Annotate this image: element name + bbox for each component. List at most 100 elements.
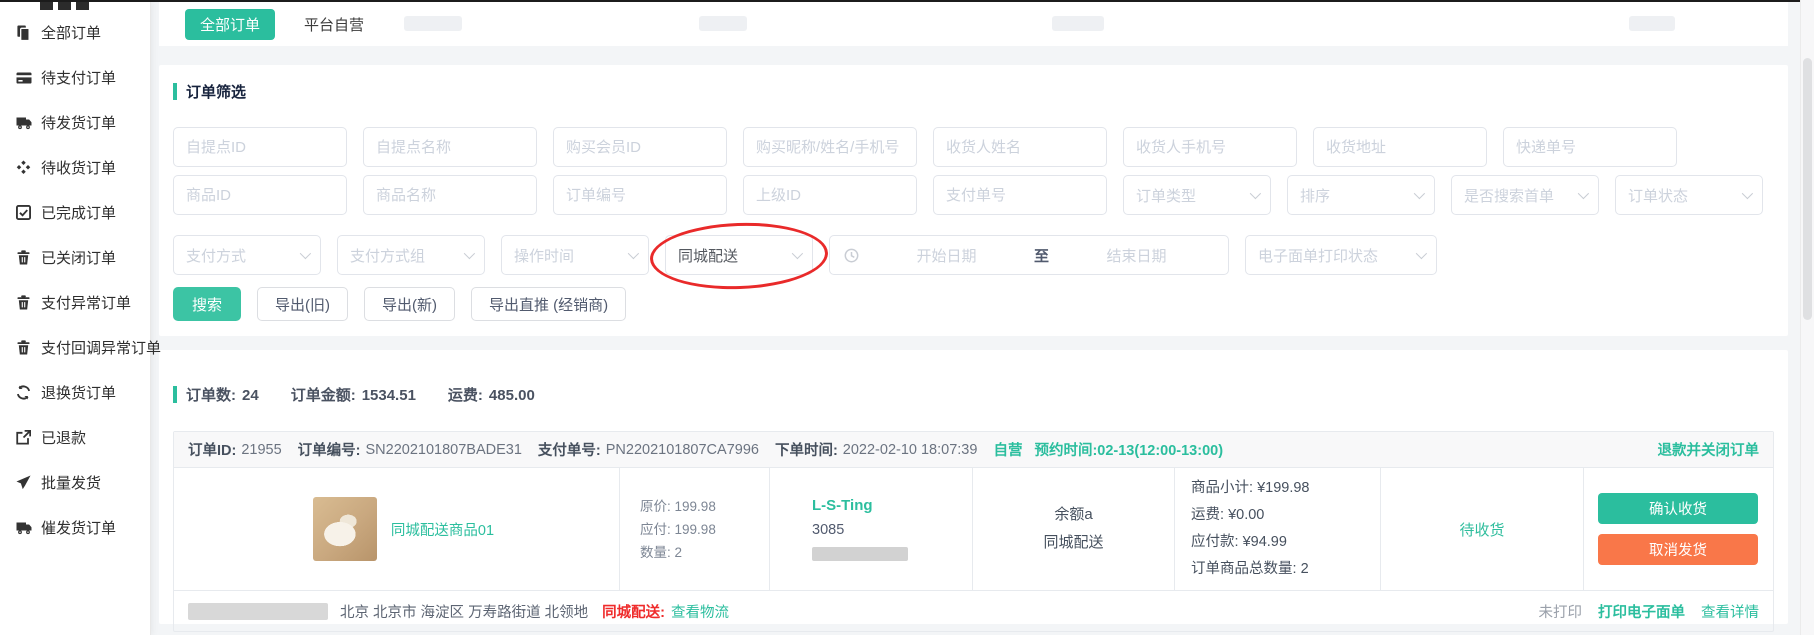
sidebar-item-refunded[interactable]: 已退款 [16,415,150,460]
filter-input-buyer-member-id[interactable] [553,127,727,167]
filter-select-city-delivery[interactable]: 同城配送 [665,235,813,275]
send-icon [16,475,32,491]
select-value: 排序 [1300,185,1330,206]
order-time-value: 2022-02-10 18:07:39 [843,442,978,458]
order-card-footer: 北京 北京市 海淀区 万寿路街道 北领地 同城配送: 查看物流 未打印 打印电子… [174,590,1773,631]
sidebar-item-urge-shipment[interactable]: 催发货订单 [16,505,150,550]
filter-input-receiver-address[interactable] [1313,127,1487,167]
filter-input-product-name[interactable] [363,175,537,215]
order-card: 订单ID: 21955 订单编号: SN2202101807BADE31 支付单… [173,431,1774,632]
sidebar-item-batch-shipment[interactable]: 批量发货 [16,460,150,505]
filter-select-order-status[interactable]: 订单状态 [1615,175,1763,215]
order-card-header: 订单ID: 21955 订单编号: SN2202101807BADE31 支付单… [174,432,1773,468]
view-detail-link[interactable]: 查看详情 [1701,601,1759,622]
redacted-buyer-info [812,547,908,561]
filter-select-pay-method[interactable]: 支付方式 [173,235,321,275]
export-new-button[interactable]: 导出(新) [364,287,455,321]
select-value: 订单类型 [1136,185,1196,206]
sidebar-item-label: 批量发货 [41,472,101,493]
filter-input-order-sn[interactable] [553,175,727,215]
buyer-column: L-S-Ting 3085 [770,468,973,590]
filter-input-tracking-no[interactable] [1503,127,1677,167]
date-end-placeholder: 结束日期 [1059,245,1214,266]
view-logistics-link[interactable]: 查看物流 [671,601,729,622]
redacted-receiver-info [188,603,328,620]
amounts-column: 商品小计: ¥199.98 运费: ¥0.00 应付款: ¥94.99 订单商品… [1175,468,1381,590]
buyer-name-link[interactable]: L-S-Ting [812,497,972,514]
filter-input-product-id[interactable] [173,175,347,215]
product-name-link[interactable]: 同城配送商品01 [391,519,494,540]
truck-icon [16,115,32,131]
filter-date-range[interactable]: 开始日期 至 结束日期 [829,235,1229,275]
order-tab-bar: 全部订单 平台自营 [159,2,1788,46]
confirm-receipt-button[interactable]: 确认收货 [1598,493,1758,524]
redacted-tab [404,16,462,31]
sidebar-item-completed[interactable]: 已完成订单 [16,190,150,235]
filter-select-first-order[interactable]: 是否搜索首单 [1451,175,1599,215]
filter-input-buyer-nickname[interactable] [743,127,917,167]
cancel-shipment-button[interactable]: 取消发货 [1598,534,1758,565]
sidebar-item-closed[interactable]: 已关闭订单 [16,235,150,280]
date-separator: 至 [1034,245,1049,266]
payable-label: 应付款: [1191,534,1239,550]
filter-select-sort[interactable]: 排序 [1287,175,1435,215]
summary-accent-bar [173,386,177,403]
scrollbar[interactable] [1800,0,1814,635]
pay-no-label: 支付单号: [538,439,601,460]
subtotal-value: ¥199.98 [1257,480,1309,496]
order-freight-value: ¥0.00 [1228,507,1264,523]
scrollbar-thumb[interactable] [1803,58,1812,320]
order-time-label: 下单时间: [775,439,838,460]
export-direct-button[interactable]: 导出直推 (经销商) [471,287,626,321]
buyer-id: 3085 [812,522,972,538]
print-waybill-link[interactable]: 打印电子面单 [1598,601,1685,622]
product-image [313,497,377,561]
sidebar-item-pending-receipt[interactable]: 待收货订单 [16,145,150,190]
self-operated-tag: 自营 [993,439,1022,460]
search-button[interactable]: 搜索 [173,287,241,321]
filter-input-parent-id[interactable] [743,175,917,215]
filter-title: 订单筛选 [173,81,1774,102]
filter-input-pickup-name[interactable] [363,127,537,167]
filter-row-3: 支付方式 支付方式组 操作时间 同城配送 开始日期 至 结束日期 电子面单打印状… [173,235,1774,275]
sidebar-item-returns[interactable]: 退换货订单 [16,370,150,415]
orders-amount-label: 订单金额: [291,387,356,404]
order-list-panel: 订单数:24 订单金额:1534.51 运费:485.00 订单ID: 2195… [159,350,1788,624]
sidebar-item-pending-payment[interactable]: 待支付订单 [16,55,150,100]
trash-icon [16,340,32,356]
chevron-down-icon [1578,188,1589,199]
product-column: 同城配送商品01 [174,468,620,590]
sidebar-item-label: 支付回调异常订单 [41,337,161,358]
filter-input-receiver-name[interactable] [933,127,1107,167]
status-column: 待收货 [1381,468,1584,590]
select-value: 支付方式组 [350,245,425,266]
orig-price-label: 原价: [640,499,671,514]
chevron-down-icon [628,248,639,259]
sidebar-item-label: 待收货订单 [41,157,116,178]
refund-close-link[interactable]: 退款并关闭订单 [1658,439,1760,460]
sidebar-item-payment-callback-exception[interactable]: 支付回调异常订单 [16,325,150,370]
filter-select-pay-method-group[interactable]: 支付方式组 [337,235,485,275]
tab-platform-self[interactable]: 平台自营 [289,9,379,40]
subtotal-label: 商品小计: [1191,480,1253,496]
filter-input-pickup-id[interactable] [173,127,347,167]
freight-label: 运费: [448,387,483,404]
sidebar-item-all-orders[interactable]: 全部订单 [16,10,150,55]
sidebar-item-payment-exception[interactable]: 支付异常订单 [16,280,150,325]
filter-input-payment-no[interactable] [933,175,1107,215]
filter-select-operate-time[interactable]: 操作时间 [501,235,649,275]
export-old-button[interactable]: 导出(旧) [257,287,348,321]
freight-value: 485.00 [489,387,535,404]
tab-all-orders[interactable]: 全部订单 [185,9,275,40]
reserve-time-tag: 预约时间:02-13(12:00-13:00) [1034,439,1223,460]
sidebar-item-pending-shipment[interactable]: 待发货订单 [16,100,150,145]
action-column: 确认收货 取消发货 [1584,468,1772,590]
filter-select-order-type[interactable]: 订单类型 [1123,175,1271,215]
chevron-down-icon [1742,188,1753,199]
print-status: 未打印 [1539,601,1583,622]
filter-row-2: 订单类型 排序 是否搜索首单 订单状态 [173,175,1774,215]
filter-input-receiver-phone[interactable] [1123,127,1297,167]
select-value: 是否搜索首单 [1464,185,1554,206]
filter-select-print-status[interactable]: 电子面单打印状态 [1245,235,1437,275]
sidebar-item-label: 已退款 [41,427,86,448]
